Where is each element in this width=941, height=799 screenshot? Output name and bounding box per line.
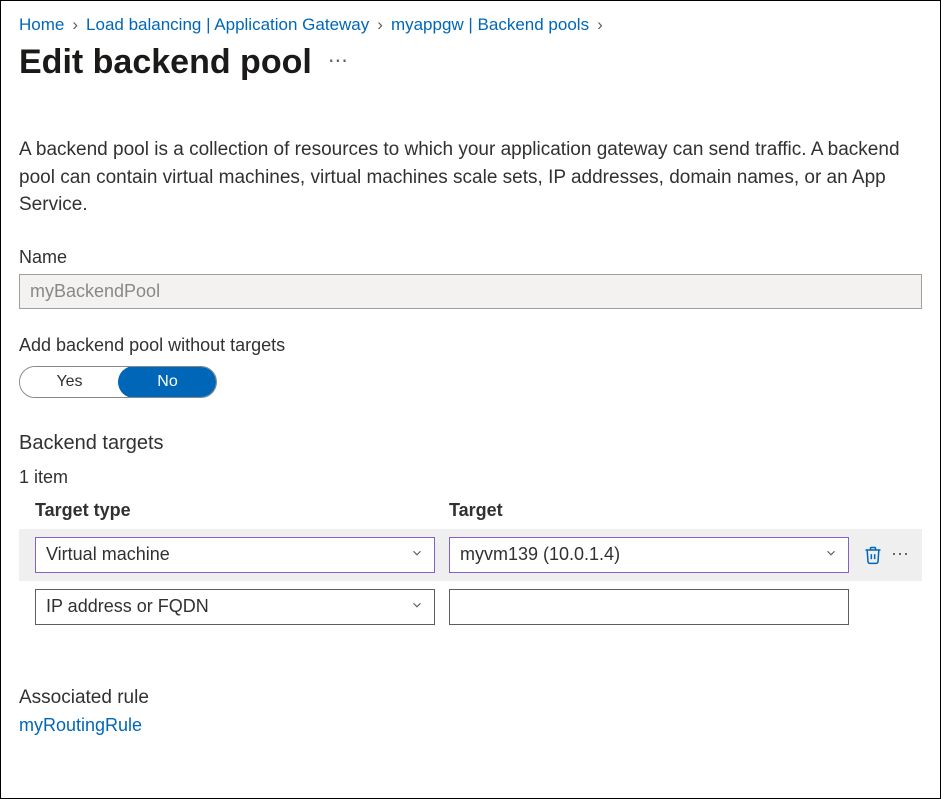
- breadcrumb-load-balancing[interactable]: Load balancing | Application Gateway: [86, 15, 369, 35]
- backend-targets-count: 1 item: [19, 467, 922, 488]
- chevron-down-icon: [824, 544, 838, 565]
- backend-targets-title: Backend targets: [19, 432, 922, 455]
- target-type-value: Virtual machine: [46, 544, 170, 565]
- associated-rule-label: Associated rule: [19, 687, 922, 709]
- target-type-select[interactable]: IP address or FQDN: [35, 589, 435, 625]
- chevron-down-icon: [410, 596, 424, 617]
- associated-rule-link[interactable]: myRoutingRule: [19, 715, 142, 736]
- page-title: Edit backend pool: [19, 43, 312, 82]
- target-type-select[interactable]: Virtual machine: [35, 537, 435, 573]
- toggle-yes[interactable]: Yes: [20, 367, 119, 397]
- breadcrumb-backend-pools[interactable]: myappgw | Backend pools: [391, 15, 589, 35]
- table-row: Virtual machine myvm139 (10.0.1.4): [19, 529, 922, 581]
- without-targets-label: Add backend pool without targets: [19, 335, 922, 356]
- row-more-icon[interactable]: ⋯: [891, 544, 911, 565]
- col-target-type: Target type: [35, 500, 435, 521]
- page-description: A backend pool is a collection of resour…: [19, 136, 922, 219]
- target-value: myvm139 (10.0.1.4): [460, 544, 620, 565]
- name-label: Name: [19, 247, 922, 268]
- chevron-right-icon: ›: [70, 15, 80, 35]
- toggle-no[interactable]: No: [118, 366, 217, 398]
- table-row: IP address or FQDN: [19, 581, 922, 633]
- col-target: Target: [449, 500, 849, 521]
- target-input[interactable]: [449, 589, 849, 625]
- target-select[interactable]: myvm139 (10.0.1.4): [449, 537, 849, 573]
- more-icon[interactable]: ⋯: [328, 48, 350, 77]
- delete-icon[interactable]: [863, 545, 883, 565]
- backend-targets-table: Target type Target Virtual machine myvm1…: [19, 500, 922, 633]
- target-type-value: IP address or FQDN: [46, 596, 209, 617]
- without-targets-toggle[interactable]: Yes No: [19, 366, 217, 398]
- name-input[interactable]: [19, 274, 922, 309]
- chevron-down-icon: [410, 544, 424, 565]
- chevron-right-icon: ›: [375, 15, 385, 35]
- chevron-right-icon: ›: [595, 15, 605, 35]
- breadcrumb: Home › Load balancing | Application Gate…: [19, 15, 922, 35]
- breadcrumb-home[interactable]: Home: [19, 15, 64, 35]
